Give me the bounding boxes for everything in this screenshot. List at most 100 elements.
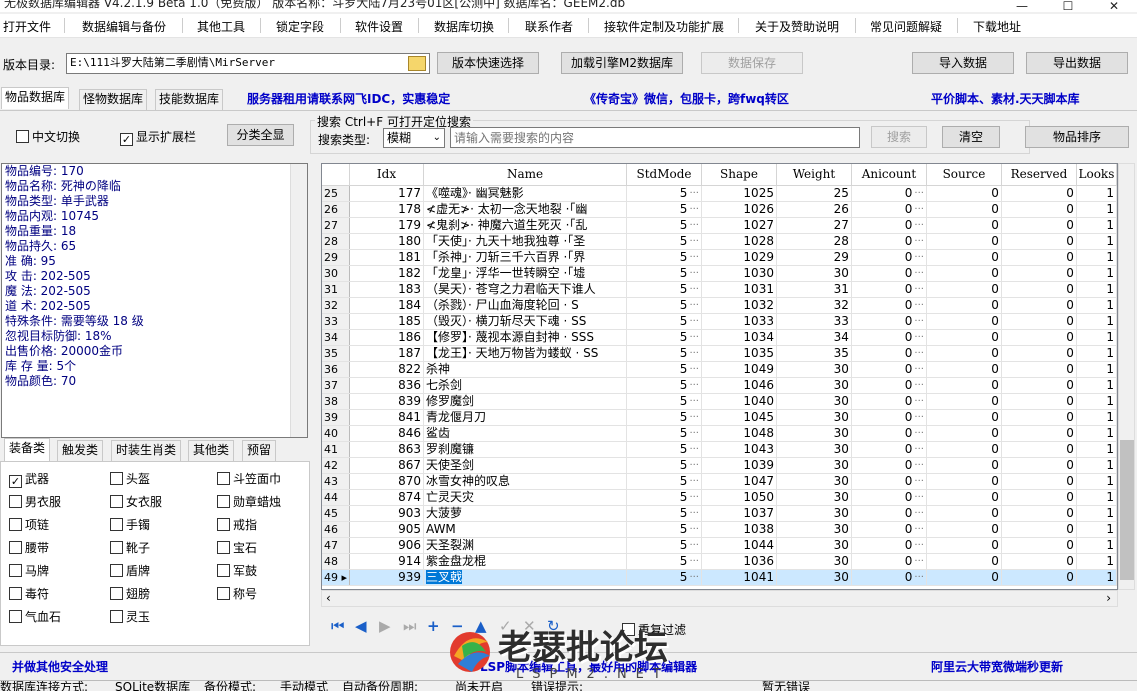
first-record-icon[interactable]: ⏮ — [331, 617, 345, 635]
ellipsis-button-icon[interactable]: ··· — [689, 314, 699, 329]
table-cell[interactable]: 179 — [349, 217, 425, 234]
column-header[interactable]: Idx — [349, 164, 425, 186]
ellipsis-button-icon[interactable]: ··· — [689, 410, 699, 425]
table-cell[interactable]: ··· 5 — [626, 281, 702, 298]
table-cell[interactable]: ··· 0 — [851, 361, 927, 378]
table-cell[interactable]: 0 — [1001, 265, 1077, 282]
table-cell[interactable]: 183 — [349, 281, 425, 298]
grid-vertical-scrollbar[interactable] — [1118, 163, 1135, 590]
table-cell[interactable]: 「杀神」· 刀斩三千六百界 ·「界 — [423, 249, 627, 266]
table-cell[interactable]: 1033 — [701, 313, 777, 330]
table-row[interactable]: 37 836 七杀剑 ··· 5 1046 30 ··· 0 0 0 1 — [322, 377, 1117, 394]
table-cell[interactable]: 30 — [776, 489, 852, 506]
table-cell[interactable]: ··· 5 — [626, 393, 702, 410]
tab-equipment[interactable]: 装备类 — [4, 438, 51, 461]
table-row[interactable]: 30 182 「龙皇」· 浮华一世转瞬空 ·「墟 ··· 5 1030 30 ··· 0 0 0 1 — [322, 265, 1117, 282]
table-cell[interactable]: 1 — [1076, 185, 1117, 202]
search-button[interactable]: 搜索 — [871, 126, 927, 148]
table-cell[interactable]: ··· 0 — [851, 281, 927, 298]
tab-monsters[interactable]: 怪物数据库 — [79, 89, 148, 110]
sort-items-button[interactable]: 物品排序 — [1025, 126, 1129, 148]
table-cell[interactable]: 「龙皇」· 浮华一世转瞬空 ·「墟 — [423, 265, 627, 282]
table-cell[interactable]: 30 — [776, 473, 852, 490]
ellipsis-button-icon[interactable]: ··· — [914, 202, 924, 217]
table-cell[interactable]: 1027 — [701, 217, 777, 234]
table-cell[interactable]: 30 — [776, 409, 852, 426]
table-cell[interactable]: 846 — [349, 425, 425, 442]
table-cell[interactable]: 30 — [776, 537, 852, 554]
table-cell[interactable]: 0 — [1001, 361, 1077, 378]
table-cell[interactable]: 0 — [926, 217, 1002, 234]
table-cell[interactable]: 27 — [776, 217, 852, 234]
column-header[interactable]: Weight — [776, 164, 852, 186]
clear-button[interactable]: 清空 — [942, 126, 1000, 148]
ellipsis-button-icon[interactable]: ··· — [914, 186, 924, 201]
table-cell[interactable]: 0 — [1001, 505, 1077, 522]
table-cell[interactable]: 1 — [1076, 313, 1117, 330]
quick-select-button[interactable]: 版本快速选择 — [437, 52, 539, 74]
table-cell[interactable]: 0 — [1001, 489, 1077, 506]
table-cell[interactable]: 1045 — [701, 409, 777, 426]
category-checkbox[interactable]: 女衣服 — [110, 493, 162, 510]
table-cell[interactable]: 1029 — [701, 249, 777, 266]
ellipsis-button-icon[interactable]: ··· — [689, 522, 699, 537]
tab-items[interactable]: 物品数据库 — [1, 87, 70, 109]
table-cell[interactable]: 30 — [776, 265, 852, 282]
table-cell[interactable]: 32 — [776, 297, 852, 314]
ellipsis-button-icon[interactable]: ··· — [914, 250, 924, 265]
category-checkbox[interactable]: ✓ 武器 — [9, 470, 49, 488]
menu-download[interactable]: 下载地址 — [973, 18, 1021, 35]
table-row[interactable]: 27 179 ≮鬼刹≯· 神魔六道生死灭 ·「乱 ··· 5 1027 27 ··· 0 0 0 1 — [322, 217, 1117, 234]
table-cell[interactable]: 1041 — [701, 569, 777, 586]
ellipsis-button-icon[interactable]: ··· — [914, 538, 924, 553]
tab-reserved[interactable]: 预留 — [242, 440, 277, 461]
table-cell[interactable]: 0 — [926, 201, 1002, 218]
table-cell[interactable]: ··· 5 — [626, 297, 702, 314]
menu-settings[interactable]: 软件设置 — [355, 18, 403, 35]
table-row[interactable]: 33 185 （毁灭）· 横刀斩尽天下魂 · SS ··· 5 1033 33 ··· 0 0 0 1 — [322, 313, 1117, 330]
ellipsis-button-icon[interactable]: ··· — [914, 330, 924, 345]
table-cell[interactable]: 0 — [926, 345, 1002, 362]
table-cell[interactable]: ··· 5 — [626, 537, 702, 554]
table-cell[interactable]: ··· 0 — [851, 297, 927, 314]
table-cell[interactable]: 1025 — [701, 185, 777, 202]
ellipsis-button-icon[interactable]: ··· — [914, 442, 924, 457]
table-cell[interactable]: 1031 — [701, 281, 777, 298]
table-cell[interactable]: 1 — [1076, 297, 1117, 314]
column-header[interactable]: StdMode — [626, 164, 702, 186]
category-checkbox[interactable]: 军鼓 — [217, 562, 257, 579]
table-cell[interactable]: 863 — [349, 441, 425, 458]
table-cell[interactable]: 1048 — [701, 425, 777, 442]
table-cell[interactable]: 905 — [349, 521, 425, 538]
table-cell[interactable]: 1026 — [701, 201, 777, 218]
table-row[interactable]: 43 870 冰雪女神的叹息 ··· 5 1047 30 ··· 0 0 0 1 — [322, 473, 1117, 490]
table-row[interactable]: 48 914 紫金盘龙棍 ··· 5 1036 30 ··· 0 0 0 1 — [322, 553, 1117, 570]
table-cell[interactable]: 186 — [349, 329, 425, 346]
table-row[interactable]: 26 178 ≮虚无≯· 太初一念天地裂 ·「幽 ··· 5 1026 26 ··· 0 0 0 1 — [322, 201, 1117, 218]
table-cell[interactable]: 178 — [349, 201, 425, 218]
table-cell[interactable]: 906 — [349, 537, 425, 554]
table-cell[interactable]: 903 — [349, 505, 425, 522]
column-header[interactable]: Reserved — [1001, 164, 1077, 186]
table-cell[interactable]: 1040 — [701, 393, 777, 410]
table-cell[interactable]: ≮鬼刹≯· 神魔六道生死灭 ·「乱 — [423, 217, 627, 234]
table-cell[interactable]: ··· 0 — [851, 537, 927, 554]
table-cell[interactable]: 1 — [1076, 281, 1117, 298]
table-cell[interactable]: ··· 5 — [626, 473, 702, 490]
table-cell[interactable]: 1030 — [701, 265, 777, 282]
ellipsis-button-icon[interactable]: ··· — [914, 570, 924, 585]
table-cell[interactable]: 0 — [1001, 185, 1077, 202]
table-cell[interactable]: 30 — [776, 505, 852, 522]
table-cell[interactable]: 大菠萝 — [423, 505, 627, 522]
table-row[interactable]: 39 841 青龙偃月刀 ··· 5 1045 30 ··· 0 0 0 1 — [322, 409, 1117, 426]
table-row[interactable]: 45 903 大菠萝 ··· 5 1037 30 ··· 0 0 0 1 — [322, 505, 1117, 522]
ellipsis-button-icon[interactable]: ··· — [689, 282, 699, 297]
table-cell[interactable]: 0 — [926, 393, 1002, 410]
folder-icon[interactable] — [408, 56, 426, 71]
column-header[interactable]: Shape — [701, 164, 777, 186]
ellipsis-button-icon[interactable]: ··· — [914, 410, 924, 425]
category-checkbox[interactable]: 戒指 — [217, 516, 257, 533]
table-cell[interactable]: ··· 5 — [626, 489, 702, 506]
table-cell[interactable]: 1036 — [701, 553, 777, 570]
table-cell[interactable]: 874 — [349, 489, 425, 506]
